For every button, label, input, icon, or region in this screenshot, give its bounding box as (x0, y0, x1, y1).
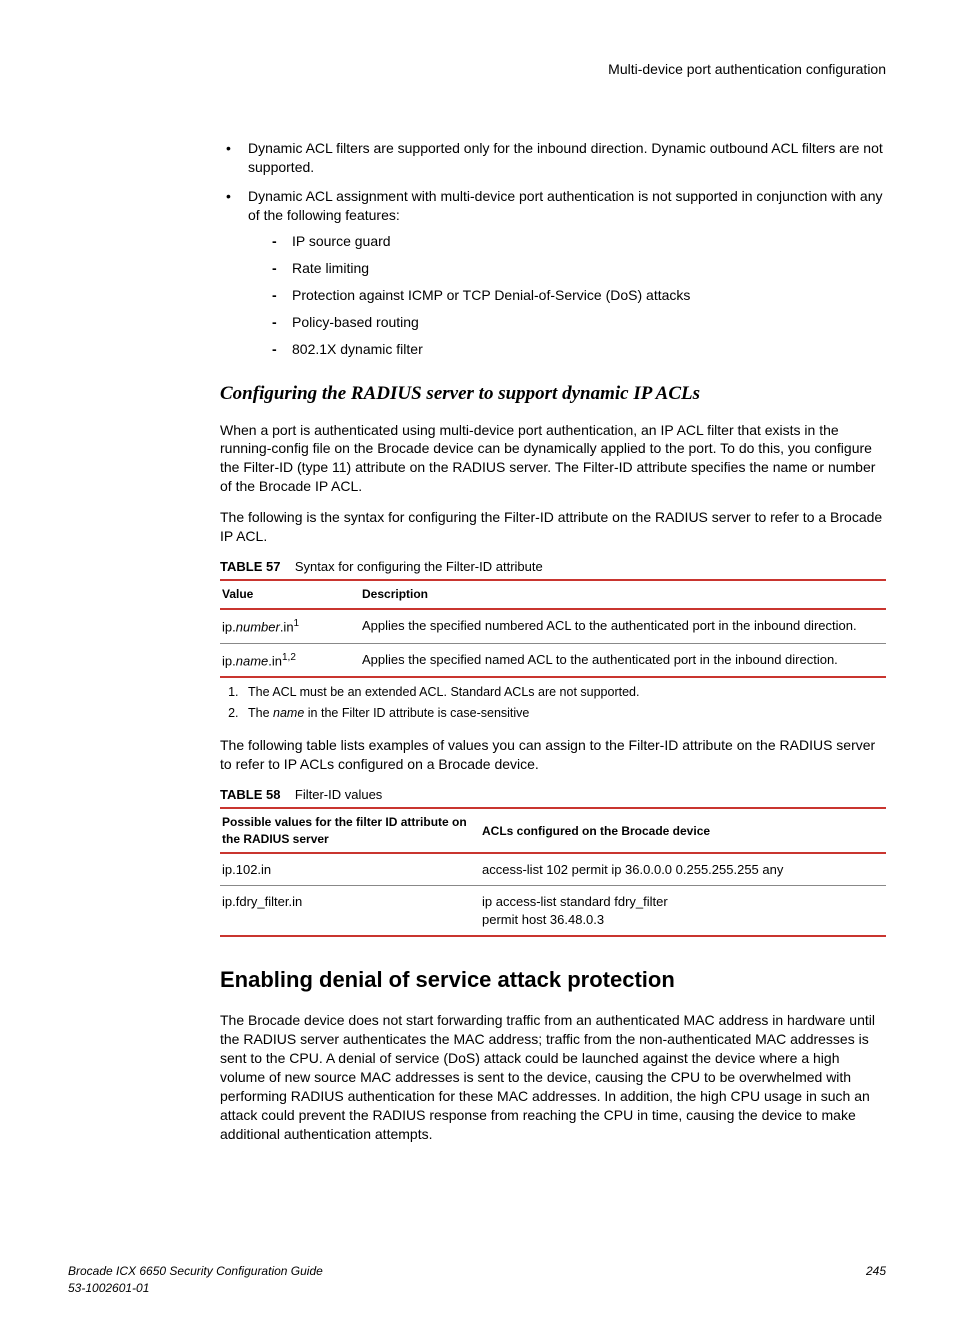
table57-footnotes: The ACL must be an extended ACL. Standar… (220, 684, 886, 722)
table58-value: ip.102.in (220, 853, 480, 886)
bullet-list: Dynamic ACL filters are supported only f… (220, 139, 886, 359)
paragraph: When a port is authenticated using multi… (220, 421, 886, 497)
table-row: ip.name.in1,2 Applies the specified name… (220, 643, 886, 677)
table58-head-value: Possible values for the filter ID attrib… (220, 808, 480, 852)
footer-left: Brocade ICX 6650 Security Configuration … (68, 1263, 323, 1295)
bullet-item: Dynamic ACL filters are supported only f… (220, 139, 886, 177)
table58-caption-text: Filter-ID values (295, 787, 382, 802)
page-footer: Brocade ICX 6650 Security Configuration … (68, 1263, 886, 1295)
table57-desc: Applies the specified named ACL to the a… (360, 643, 886, 677)
table57-caption-text: Syntax for configuring the Filter-ID att… (295, 559, 543, 574)
table57-desc: Applies the specified numbered ACL to th… (360, 609, 886, 643)
table58-desc: ip access-list standard fdry_filter perm… (480, 886, 886, 937)
dash-item: Protection against ICMP or TCP Denial-of… (268, 286, 886, 305)
table57: Value Description ip.number.in1 Applies … (220, 579, 886, 678)
dash-list: IP source guard Rate limiting Protection… (268, 232, 886, 358)
footer-doc-number: 53-1002601-01 (68, 1280, 323, 1296)
subheading-configuring: Configuring the RADIUS server to support… (220, 381, 886, 407)
heading-enabling-dos: Enabling denial of service attack protec… (220, 965, 886, 995)
table58: Possible values for the filter ID attrib… (220, 807, 886, 937)
table58-value: ip.fdry_filter.in (220, 886, 480, 937)
table57-caption: TABLE 57 Syntax for configuring the Filt… (220, 558, 886, 576)
page-content: Dynamic ACL filters are supported only f… (220, 139, 886, 1144)
footer-page-number: 245 (866, 1263, 886, 1295)
dash-item: IP source guard (268, 232, 886, 251)
dash-item: 802.1X dynamic filter (268, 340, 886, 359)
page-header: Multi-device port authentication configu… (68, 60, 886, 79)
table58-head-desc: ACLs configured on the Brocade device (480, 808, 886, 852)
paragraph: The Brocade device does not start forwar… (220, 1011, 886, 1143)
dash-item: Policy-based routing (268, 313, 886, 332)
dash-item: Rate limiting (268, 259, 886, 278)
table57-value: ip.number.in1 (220, 609, 360, 643)
footnote: The name in the Filter ID attribute is c… (242, 705, 886, 722)
bullet-text: Dynamic ACL assignment with multi-device… (248, 188, 882, 223)
table58-label: TABLE 58 (220, 787, 280, 802)
table-row: ip.number.in1 Applies the specified numb… (220, 609, 886, 643)
bullet-item: Dynamic ACL assignment with multi-device… (220, 187, 886, 359)
paragraph: The following is the syntax for configur… (220, 508, 886, 546)
bullet-text: Dynamic ACL filters are supported only f… (248, 140, 883, 175)
table58-caption: TABLE 58 Filter-ID values (220, 786, 886, 804)
table57-head-desc: Description (360, 580, 886, 608)
table-row: ip.102.in access-list 102 permit ip 36.0… (220, 853, 886, 886)
paragraph: The following table lists examples of va… (220, 736, 886, 774)
footnote: The ACL must be an extended ACL. Standar… (242, 684, 886, 701)
table57-head-value: Value (220, 580, 360, 608)
table57-value: ip.name.in1,2 (220, 643, 360, 677)
footer-doc-title: Brocade ICX 6650 Security Configuration … (68, 1263, 323, 1279)
table-row: ip.fdry_filter.in ip access-list standar… (220, 886, 886, 937)
table57-label: TABLE 57 (220, 559, 280, 574)
table58-desc: access-list 102 permit ip 36.0.0.0 0.255… (480, 853, 886, 886)
